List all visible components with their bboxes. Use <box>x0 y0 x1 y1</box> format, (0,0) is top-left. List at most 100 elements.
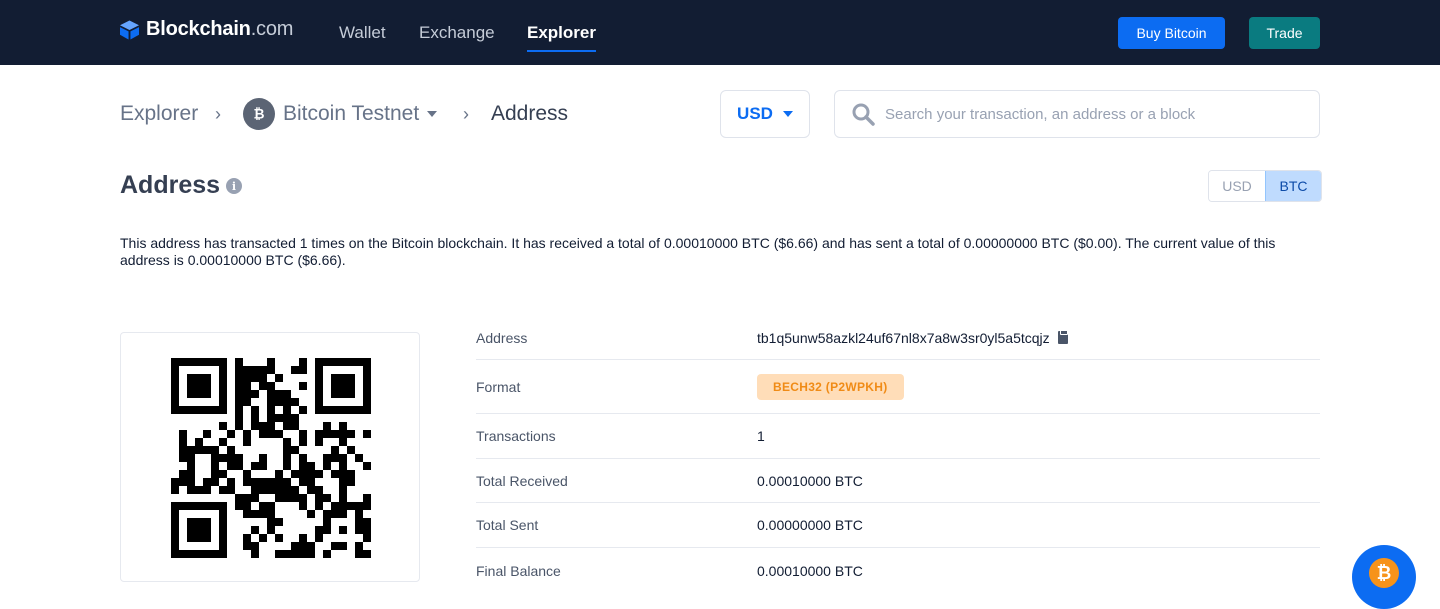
qr-module <box>275 398 283 406</box>
qr-module <box>179 430 187 438</box>
qr-module <box>283 414 291 422</box>
qr-module <box>195 406 203 414</box>
qr-module <box>347 430 355 438</box>
qr-module <box>291 398 299 406</box>
currency-select[interactable]: USD <box>720 90 810 138</box>
qr-module <box>355 550 363 558</box>
toggle-usd[interactable]: USD <box>1209 171 1265 201</box>
qr-module <box>315 430 323 438</box>
info-icon[interactable]: i <box>226 178 242 194</box>
qr-module <box>179 454 187 462</box>
address-value: tb1q5unw58azkl24uf67nl8x7a8w3sr0yl5a5tcq… <box>757 329 1050 346</box>
qr-module <box>331 430 339 438</box>
qr-module <box>355 542 363 550</box>
search-input[interactable] <box>885 105 1305 123</box>
breadcrumb-network-dropdown[interactable]: Bitcoin Testnet <box>283 102 438 126</box>
qr-module <box>363 462 371 470</box>
nav-explorer[interactable]: Explorer <box>527 23 596 52</box>
nav-wallet[interactable]: Wallet <box>339 23 386 43</box>
blockchain-logo[interactable]: Blockchain.com <box>120 18 293 41</box>
qr-module <box>171 358 179 366</box>
qr-module <box>219 366 227 374</box>
qr-module <box>259 486 267 494</box>
qr-module <box>347 382 355 390</box>
qr-module <box>203 406 211 414</box>
format-badge: BECH32 (P2WPKH) <box>757 373 904 400</box>
qr-module <box>179 550 187 558</box>
qr-module <box>235 366 243 374</box>
qr-module <box>267 366 275 374</box>
qr-module <box>267 358 275 366</box>
qr-module <box>267 486 275 494</box>
qr-module <box>363 534 371 542</box>
nav-exchange[interactable]: Exchange <box>419 23 495 43</box>
qr-module <box>299 382 307 390</box>
copy-icon[interactable] <box>1057 330 1068 344</box>
qr-module <box>235 374 243 382</box>
qr-module <box>219 526 227 534</box>
qr-module <box>355 406 363 414</box>
detail-value: tb1q5unw58azkl24uf67nl8x7a8w3sr0yl5a5tcq… <box>757 330 1068 346</box>
qr-module <box>363 526 371 534</box>
trade-button[interactable]: Trade <box>1249 17 1320 49</box>
qr-module <box>315 398 323 406</box>
detail-row-total-received: Total Received 0.00010000 BTC <box>476 459 1320 503</box>
qr-module <box>339 438 347 446</box>
qr-module <box>323 550 331 558</box>
qr-module <box>299 462 307 470</box>
qr-module <box>339 510 347 518</box>
toggle-btc[interactable]: BTC <box>1265 171 1321 201</box>
qr-module <box>275 494 283 502</box>
qr-module <box>203 534 211 542</box>
qr-module <box>315 374 323 382</box>
qr-module <box>315 526 323 534</box>
qr-module <box>219 550 227 558</box>
buy-bitcoin-button[interactable]: Buy Bitcoin <box>1118 17 1225 49</box>
qr-module <box>299 502 307 510</box>
qr-module <box>227 454 235 462</box>
qr-module <box>363 374 371 382</box>
breadcrumb-explorer[interactable]: Explorer <box>120 102 198 126</box>
qr-module <box>187 382 195 390</box>
qr-module <box>195 534 203 542</box>
qr-module <box>251 374 259 382</box>
qr-module <box>219 358 227 366</box>
qr-module <box>235 406 243 414</box>
qr-module <box>171 526 179 534</box>
qr-module <box>323 462 331 470</box>
qr-module <box>187 374 195 382</box>
qr-module <box>187 502 195 510</box>
qr-module <box>195 486 203 494</box>
qr-module <box>323 494 331 502</box>
qr-module <box>339 454 347 462</box>
qr-module <box>195 518 203 526</box>
qr-module <box>323 518 331 526</box>
qr-module <box>291 550 299 558</box>
qr-module <box>299 430 307 438</box>
qr-module <box>339 406 347 414</box>
qr-module <box>227 478 235 486</box>
qr-module <box>339 470 347 478</box>
qr-module <box>243 382 251 390</box>
bitcoin-fab-button[interactable]: ₿ <box>1352 545 1416 609</box>
qr-module <box>203 518 211 526</box>
qr-module <box>307 486 315 494</box>
qr-module <box>315 534 323 542</box>
qr-module <box>203 486 211 494</box>
qr-module <box>307 510 315 518</box>
search-bar[interactable] <box>834 90 1320 138</box>
qr-module <box>315 486 323 494</box>
qr-module <box>275 534 283 542</box>
detail-label: Address <box>476 329 528 346</box>
detail-label: Transactions <box>476 428 556 444</box>
qr-module <box>235 414 243 422</box>
qr-module <box>235 390 243 398</box>
qr-module <box>291 446 299 454</box>
qr-module <box>339 382 347 390</box>
search-icon <box>852 103 875 126</box>
qr-module <box>187 470 195 478</box>
qr-module <box>243 374 251 382</box>
qr-module <box>243 502 251 510</box>
qr-module <box>275 390 283 398</box>
qr-module <box>251 550 259 558</box>
